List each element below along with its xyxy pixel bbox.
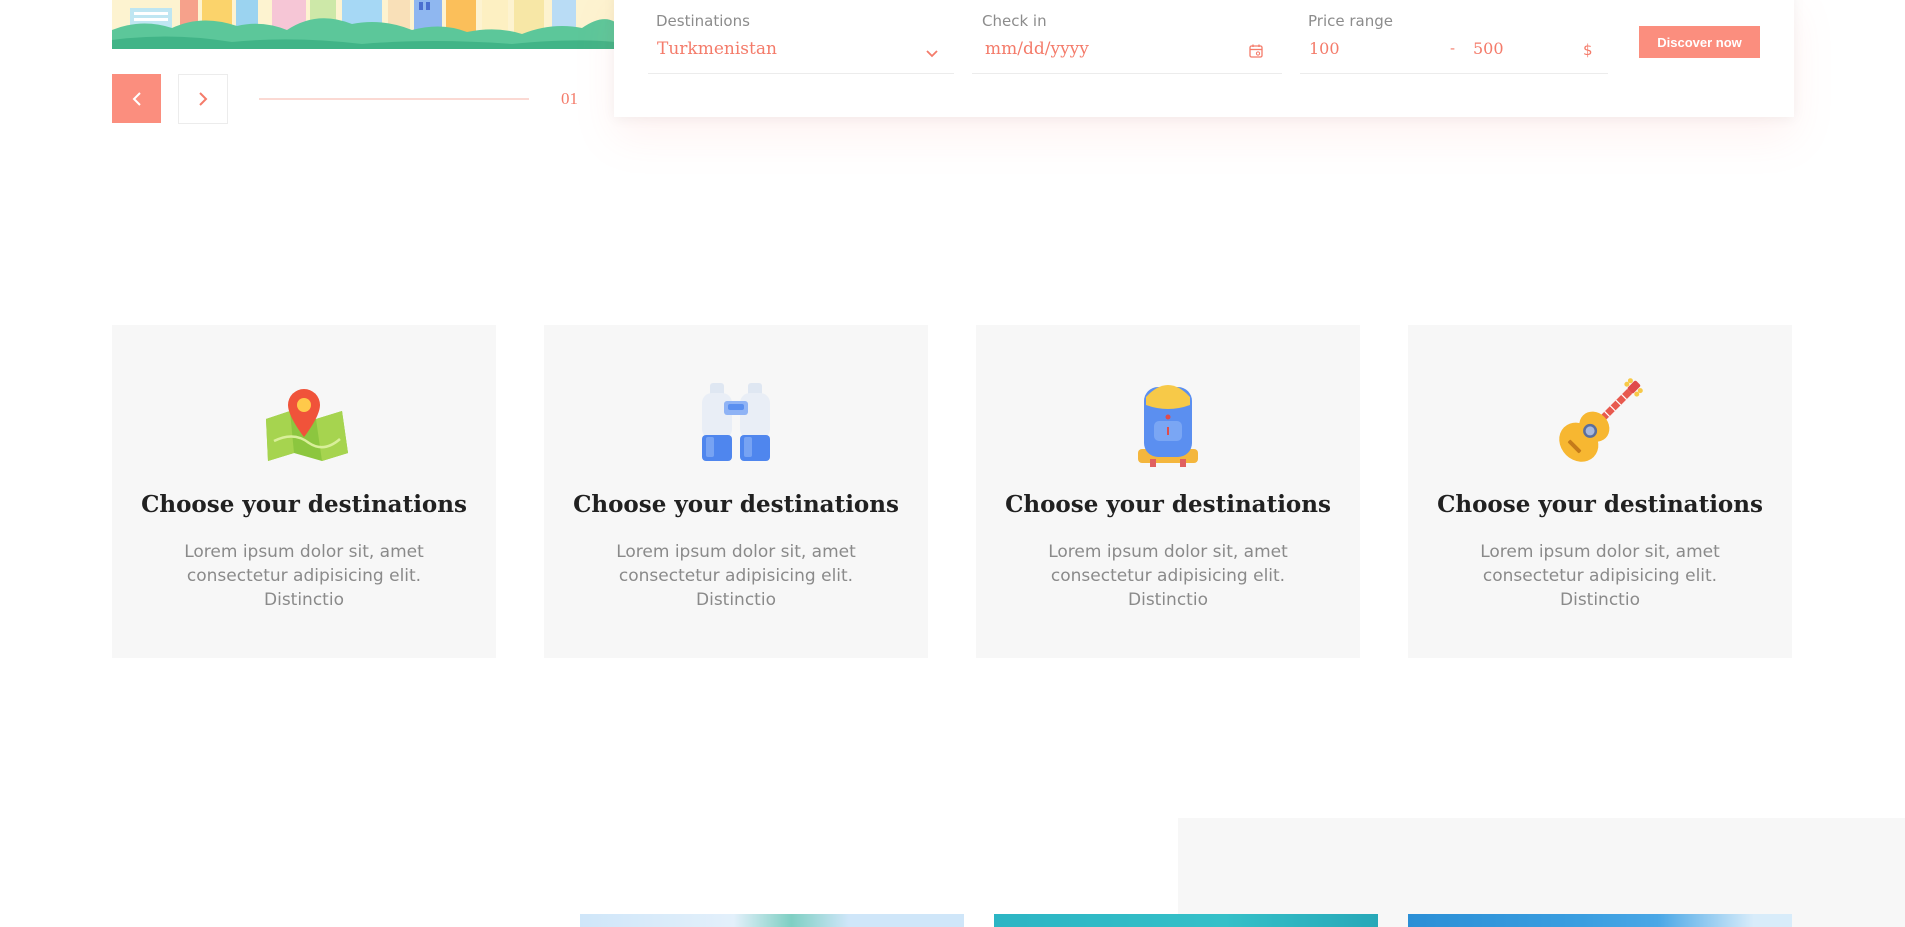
slider-progress-track bbox=[259, 98, 529, 100]
gallery-image[interactable] bbox=[1408, 914, 1792, 927]
feature-title: Choose your destinations bbox=[1437, 491, 1763, 518]
slider-prev-button[interactable] bbox=[112, 74, 161, 123]
feature-description: Lorem ipsum dolor sit, amet consectetur … bbox=[184, 542, 424, 610]
discover-now-button[interactable]: Discover now bbox=[1639, 26, 1760, 58]
feature-card: Choose your destinations Lorem ipsum dol… bbox=[976, 325, 1360, 658]
feature-title: Choose your destinations bbox=[573, 491, 899, 518]
destination-label: Destinations bbox=[656, 12, 750, 30]
feature-card: Choose your destinations Lorem ipsum dol… bbox=[1408, 325, 1792, 658]
search-panel: Destinations Turkmenistan Check in mm/dd… bbox=[614, 0, 1794, 117]
binoculars-icon bbox=[702, 383, 770, 461]
price-max-input[interactable]: 500 bbox=[1473, 39, 1504, 58]
gallery-image[interactable] bbox=[580, 914, 964, 927]
check-in-placeholder[interactable]: mm/dd/yyyy bbox=[985, 39, 1089, 59]
feature-title: Choose your destinations bbox=[1005, 491, 1331, 518]
feature-description: Lorem ipsum dolor sit, amet consectetur … bbox=[1048, 542, 1288, 610]
hero-illustration bbox=[112, 0, 615, 49]
feature-description: Lorem ipsum dolor sit, amet consectetur … bbox=[1480, 542, 1720, 610]
chevron-down-icon[interactable] bbox=[924, 45, 940, 61]
calendar-icon[interactable] bbox=[1248, 43, 1264, 59]
price-separator: - bbox=[1450, 41, 1456, 57]
feature-title: Choose your destinations bbox=[141, 491, 467, 518]
section-background bbox=[1178, 818, 1905, 927]
price-range-label: Price range bbox=[1308, 12, 1393, 30]
gallery-image[interactable] bbox=[994, 914, 1378, 927]
price-currency: $ bbox=[1583, 41, 1593, 59]
backpack-icon bbox=[1138, 385, 1198, 467]
feature-card: Choose your destinations Lorem ipsum dol… bbox=[112, 325, 496, 658]
check-in-label: Check in bbox=[982, 12, 1047, 30]
price-min-input[interactable]: 100 bbox=[1309, 39, 1340, 58]
chevron-left-icon bbox=[132, 91, 141, 106]
map-pin-icon bbox=[266, 389, 348, 461]
guitar-icon bbox=[1559, 378, 1643, 462]
destination-value[interactable]: Turkmenistan bbox=[657, 39, 777, 59]
feature-card: Choose your destinations Lorem ipsum dol… bbox=[544, 325, 928, 658]
slider-counter: 01 bbox=[561, 89, 578, 108]
feature-description: Lorem ipsum dolor sit, amet consectetur … bbox=[616, 542, 856, 610]
chevron-right-icon bbox=[199, 92, 208, 106]
slider-next-button[interactable] bbox=[178, 74, 228, 124]
